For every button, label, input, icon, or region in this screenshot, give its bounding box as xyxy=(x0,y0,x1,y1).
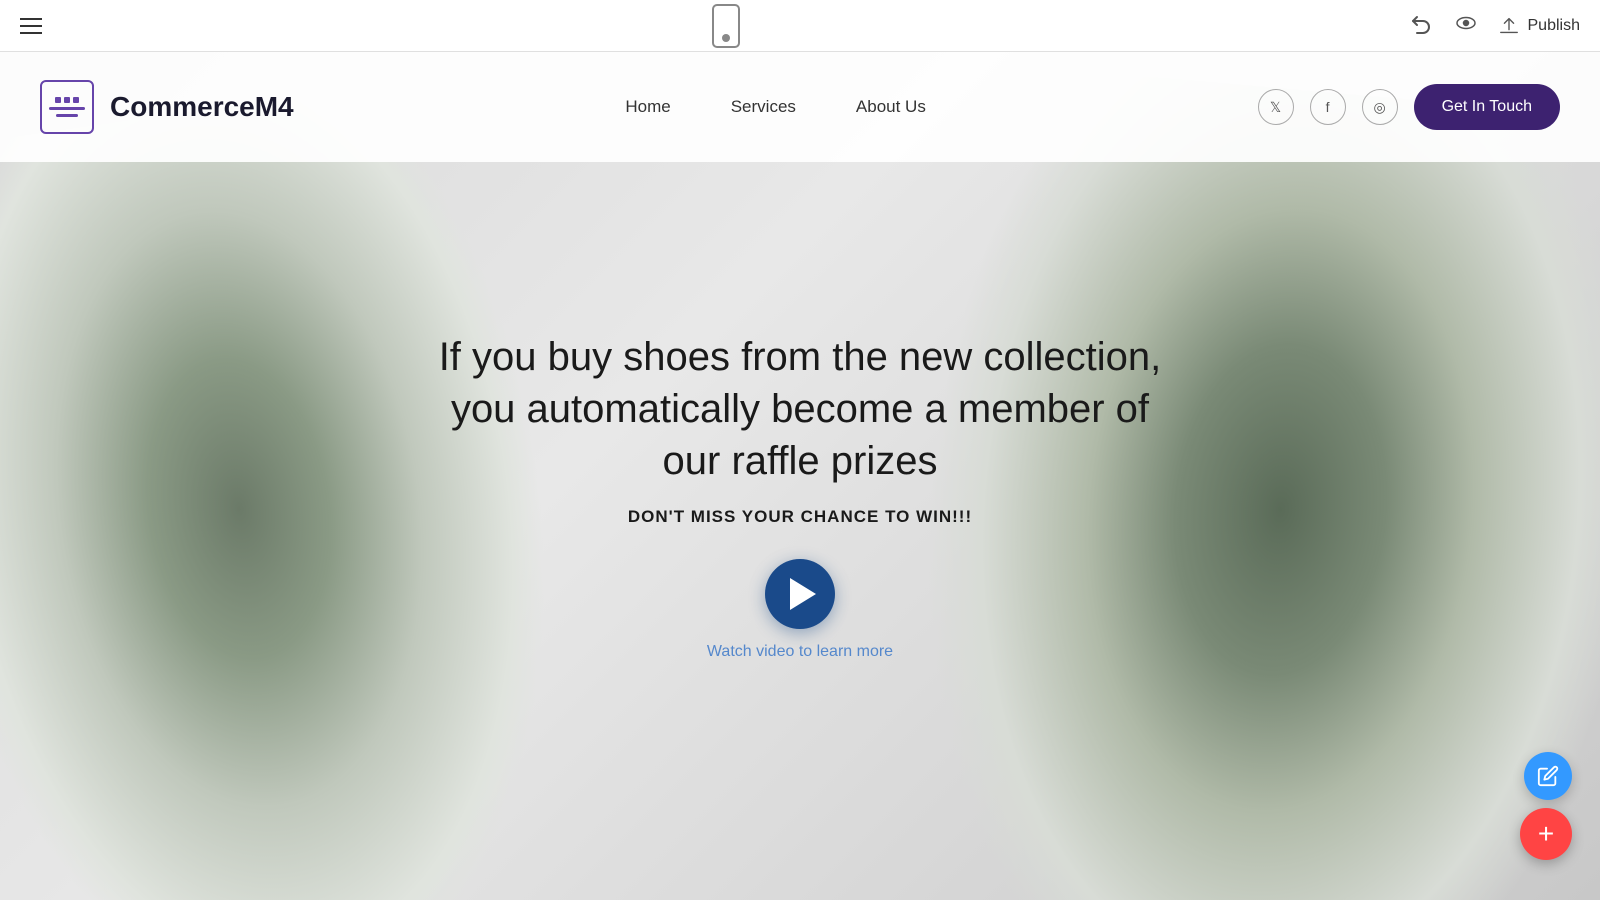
hero-content: If you buy shoes from the new collection… xyxy=(400,311,1200,681)
editor-bar: Publish xyxy=(0,0,1600,52)
preview-eye-icon[interactable] xyxy=(1454,11,1478,40)
logo-icon xyxy=(40,80,94,134)
hero-subheading: DON'T MISS YOUR CHANCE TO WIN!!! xyxy=(420,507,1180,527)
page-wrapper: If you buy shoes from the new collection… xyxy=(0,52,1600,900)
logo-line xyxy=(49,107,85,110)
instagram-icon[interactable]: ◎ xyxy=(1362,89,1398,125)
nav-links: Home Services About Us xyxy=(625,97,925,117)
editor-bar-center xyxy=(712,4,740,48)
site-logo: CommerceM4 xyxy=(40,80,294,134)
logo-dot xyxy=(64,97,70,103)
nav-home[interactable]: Home xyxy=(625,97,670,117)
undo-icon[interactable] xyxy=(1410,14,1434,38)
get-in-touch-button[interactable]: Get In Touch xyxy=(1414,84,1560,130)
nav-about[interactable]: About Us xyxy=(856,97,926,117)
editor-bar-left xyxy=(20,18,42,34)
facebook-icon[interactable]: f xyxy=(1310,89,1346,125)
hero-section: If you buy shoes from the new collection… xyxy=(0,52,1600,900)
publish-button[interactable]: Publish xyxy=(1498,15,1580,37)
mobile-preview-icon[interactable] xyxy=(712,4,740,48)
nav-services[interactable]: Services xyxy=(731,97,796,117)
publish-label: Publish xyxy=(1528,17,1580,35)
nav-actions: 𝕏 f ◎ Get In Touch xyxy=(1258,84,1560,130)
watch-video-link[interactable]: Watch video to learn more xyxy=(707,643,893,661)
add-fab-button[interactable]: + xyxy=(1520,808,1572,860)
site-name: CommerceM4 xyxy=(110,91,294,123)
site-nav: CommerceM4 Home Services About Us 𝕏 f ◎ … xyxy=(0,52,1600,162)
editor-bar-right: Publish xyxy=(1410,11,1580,40)
logo-line-short xyxy=(56,114,78,117)
logo-dot xyxy=(73,97,79,103)
twitter-icon[interactable]: 𝕏 xyxy=(1258,89,1294,125)
edit-fab-button[interactable] xyxy=(1524,752,1572,800)
play-button[interactable] xyxy=(765,559,835,629)
logo-dot xyxy=(55,97,61,103)
hamburger-menu-icon[interactable] xyxy=(20,18,42,34)
hero-headline: If you buy shoes from the new collection… xyxy=(420,331,1180,487)
video-play-wrap: Watch video to learn more xyxy=(420,559,1180,661)
